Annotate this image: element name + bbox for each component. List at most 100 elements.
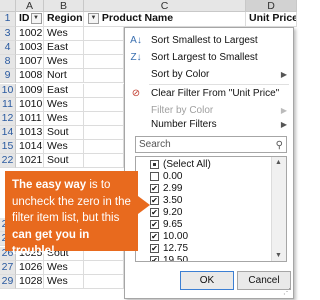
checkbox[interactable]: ✔ — [150, 220, 159, 229]
submenu-arrow-icon: ▶ — [280, 70, 287, 79]
number-filters-item[interactable]: Number Filters ▶ — [125, 116, 293, 133]
cell-id[interactable]: 1026 — [16, 261, 44, 275]
row-number[interactable]: 9 — [0, 69, 16, 83]
filter-item[interactable]: 0.00 — [136, 171, 271, 183]
header-cell-price: Unit Price▼ — [246, 12, 297, 27]
sort-ascending-item[interactable]: A↓ Sort Smallest to Largest — [125, 32, 293, 49]
cell-region[interactable]: East — [44, 41, 84, 55]
cell-region[interactable]: Wes — [44, 275, 84, 289]
sort-by-color-item[interactable]: Sort by Color ▶ — [125, 66, 293, 83]
cell-id[interactable]: 1013 — [16, 126, 44, 140]
filter-item[interactable]: ✔ 19.50 — [136, 255, 271, 262]
row-number[interactable]: 22 — [0, 154, 16, 168]
cell-product[interactable] — [84, 112, 124, 126]
cell-product[interactable] — [84, 275, 124, 289]
filter-item[interactable]: ✔ 9.20 — [136, 207, 271, 219]
header-cell-region: Region▼ — [44, 12, 84, 27]
cell-product[interactable] — [84, 98, 124, 112]
cell-id[interactable]: 1021 — [16, 154, 44, 168]
cell-region[interactable]: Sout — [44, 154, 84, 168]
filter-search-input[interactable]: Search ⚲ — [135, 136, 287, 153]
ok-button[interactable]: OK — [180, 271, 234, 290]
row-number[interactable]: 10 — [0, 84, 16, 98]
row-number[interactable]: 15 — [0, 140, 16, 154]
resize-grip-icon[interactable]: ⋰ — [283, 287, 291, 296]
checkbox[interactable]: ✔ — [150, 232, 159, 241]
clear-filter-item[interactable]: ⊘ Clear Filter From "Unit Price" — [125, 85, 293, 102]
filter-item[interactable]: ✔ 12.75 — [136, 243, 271, 255]
filter-item-label: 19.50 — [163, 255, 189, 262]
filter-item[interactable]: ✔ 2.99 — [136, 183, 271, 195]
header-price-text: Unit Price — [249, 12, 297, 24]
autofilter-menu: A↓ Sort Smallest to Largest Z↓ Sort Larges… — [124, 27, 294, 299]
select-all-corner[interactable] — [0, 0, 16, 12]
filter-item[interactable]: (Select All) — [136, 159, 271, 171]
cell-id[interactable]: 1008 — [16, 69, 44, 83]
callout-emphasis-1: The easy way — [12, 179, 87, 191]
filter-item[interactable]: ✔ 10.00 — [136, 231, 271, 243]
cell-product[interactable] — [84, 69, 124, 83]
cell-id[interactable]: 1010 — [16, 98, 44, 112]
row-number[interactable]: 3 — [0, 27, 16, 41]
cell-region[interactable]: Wes — [44, 27, 84, 41]
filter-item[interactable]: ✔ 3.50 — [136, 195, 271, 207]
row-number[interactable]: 12 — [0, 112, 16, 126]
row-number[interactable]: 27 — [0, 261, 16, 275]
filter-item[interactable]: ✔ 9.65 — [136, 219, 271, 231]
cell-product[interactable] — [84, 154, 124, 168]
scroll-down-icon[interactable]: ▼ — [275, 252, 282, 259]
cell-region[interactable]: Nort — [44, 69, 84, 83]
sort-descending-icon: Z↓ — [130, 52, 142, 63]
cell-product[interactable] — [84, 84, 124, 98]
cell-region[interactable]: Wes — [44, 98, 84, 112]
cell-id[interactable]: 1028 — [16, 275, 44, 289]
filter-dropdown-icon[interactable]: ▼ — [88, 12, 99, 24]
cell-region[interactable]: Wes — [44, 140, 84, 154]
cell-id[interactable]: 1011 — [16, 112, 44, 126]
header-cell-product: ▼ Product Name — [84, 12, 246, 27]
search-icon: ⚲ — [275, 140, 283, 151]
column-header-a[interactable]: A — [16, 0, 44, 12]
cell-region[interactable]: Wes — [44, 112, 84, 126]
column-header-c[interactable]: C — [84, 0, 246, 12]
cell-id[interactable]: 1003 — [16, 41, 44, 55]
checkbox[interactable]: ✔ — [150, 196, 159, 205]
row-number[interactable]: 14 — [0, 126, 16, 140]
sort-descending-label: Sort Largest to Smallest — [151, 52, 258, 63]
cell-region[interactable]: Wes — [44, 261, 84, 275]
cell-region[interactable]: East — [44, 84, 84, 98]
cell-product[interactable] — [84, 140, 124, 154]
row-number[interactable]: 4 — [0, 41, 16, 55]
checkbox[interactable] — [150, 172, 159, 181]
filter-item-label: 3.50 — [163, 195, 183, 206]
list-scrollbar[interactable]: ▲ ▼ — [271, 157, 286, 261]
filter-item-label: 9.65 — [163, 219, 183, 230]
checkbox[interactable]: ✔ — [150, 208, 159, 217]
scroll-up-icon[interactable]: ▲ — [275, 159, 282, 166]
cell-product[interactable] — [84, 261, 124, 275]
filter-dropdown-icon[interactable]: ▼ — [30, 12, 42, 24]
cell-region[interactable]: Wes — [44, 55, 84, 69]
cell-product[interactable] — [84, 41, 124, 55]
cell-id[interactable]: 1002 — [16, 27, 44, 41]
row-number[interactable]: 29 — [0, 275, 16, 289]
checkbox[interactable]: ✔ — [150, 244, 159, 253]
row-number[interactable]: 11 — [0, 98, 16, 112]
checkbox[interactable]: ✔ — [150, 184, 159, 193]
row-number[interactable]: 1 — [0, 12, 16, 27]
checkbox[interactable]: ✔ — [150, 256, 159, 261]
cell-region[interactable]: Sout — [44, 126, 84, 140]
cell-id[interactable]: 1014 — [16, 140, 44, 154]
cell-id[interactable]: 1009 — [16, 84, 44, 98]
column-header-b[interactable]: B — [44, 0, 84, 12]
cell-product[interactable] — [84, 126, 124, 140]
cell-product[interactable] — [84, 27, 124, 41]
checkbox[interactable] — [150, 160, 159, 169]
filter-item-label: 2.99 — [163, 183, 183, 194]
cell-product[interactable] — [84, 55, 124, 69]
column-header-d[interactable]: D — [246, 0, 297, 12]
sort-descending-item[interactable]: Z↓ Sort Largest to Smallest — [125, 49, 293, 66]
row-number[interactable]: 8 — [0, 55, 16, 69]
cell-id[interactable]: 1007 — [16, 55, 44, 69]
callout-pointer — [138, 196, 150, 214]
